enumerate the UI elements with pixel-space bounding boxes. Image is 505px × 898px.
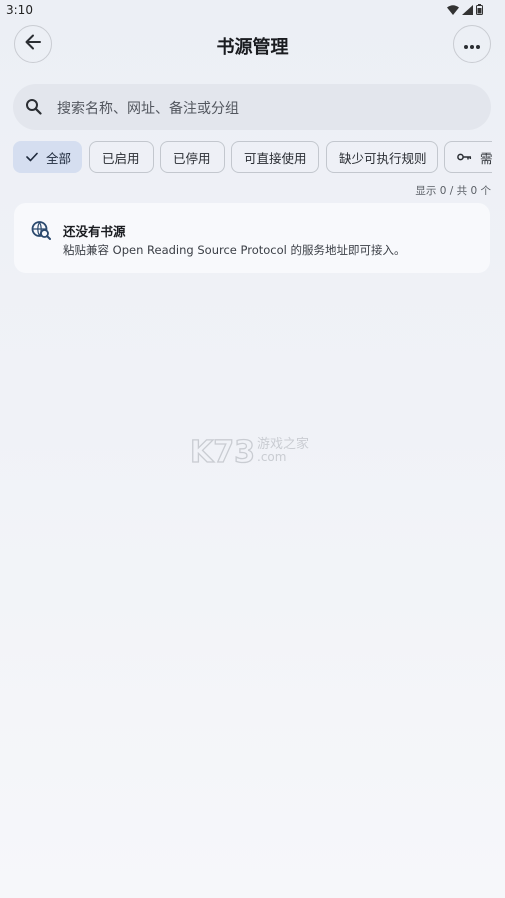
wifi-icon (447, 4, 459, 15)
filter-chip-missing-rules[interactable]: 缺少可执行规则 (326, 141, 438, 173)
watermark-sub-bottom: .com (257, 450, 286, 464)
search-placeholder: 搜索名称、网址、备注或分组 (57, 101, 239, 117)
filter-chip-label: 缺少可执行规则 (339, 150, 427, 166)
filter-chip-label: 全部 (46, 150, 72, 166)
filter-chip-label: 已启用 (102, 150, 140, 166)
filter-chip-row: 全部 已启用 已停用 可直接使用 缺少可执行规则 需登 (13, 141, 492, 175)
more-button[interactable] (453, 25, 491, 63)
watermark-logo: K73 游戏之家 .com (189, 432, 320, 470)
empty-state-description: 粘贴兼容 Open Reading Source Protocol 的服务地址即… (63, 243, 406, 257)
key-icon (457, 153, 472, 161)
filter-chip-label: 可直接使用 (244, 150, 307, 166)
more-horizontal-icon (463, 35, 481, 54)
filter-chip-label: 需登 (480, 150, 492, 166)
filter-chip-enabled[interactable]: 已启用 (89, 141, 154, 173)
filter-chip-login-required[interactable]: 需登 (444, 141, 492, 173)
page-title: 书源管理 (216, 37, 289, 58)
check-icon (26, 152, 38, 162)
status-time: 3:10 (6, 3, 33, 17)
filter-chip-disabled[interactable]: 已停用 (160, 141, 225, 173)
battery-icon (476, 4, 483, 15)
search-icon (25, 98, 42, 119)
empty-state-title: 还没有书源 (63, 224, 126, 239)
empty-state-card: 还没有书源 粘贴兼容 Open Reading Source Protocol … (14, 203, 490, 273)
source-search-icon (31, 220, 51, 244)
filter-chip-all[interactable]: 全部 (13, 141, 82, 173)
result-count: 显示 0 / 共 0 个 (415, 185, 491, 197)
status-bar: 3:10 (0, 0, 505, 22)
filter-chip-usable[interactable]: 可直接使用 (231, 141, 319, 173)
filter-chip-label: 已停用 (173, 150, 211, 166)
search-input[interactable]: 搜索名称、网址、备注或分组 (13, 84, 491, 130)
watermark-main: K73 (190, 435, 255, 468)
signal-icon (462, 4, 473, 15)
status-icons (447, 4, 483, 15)
app-header: 书源管理 (0, 24, 505, 68)
